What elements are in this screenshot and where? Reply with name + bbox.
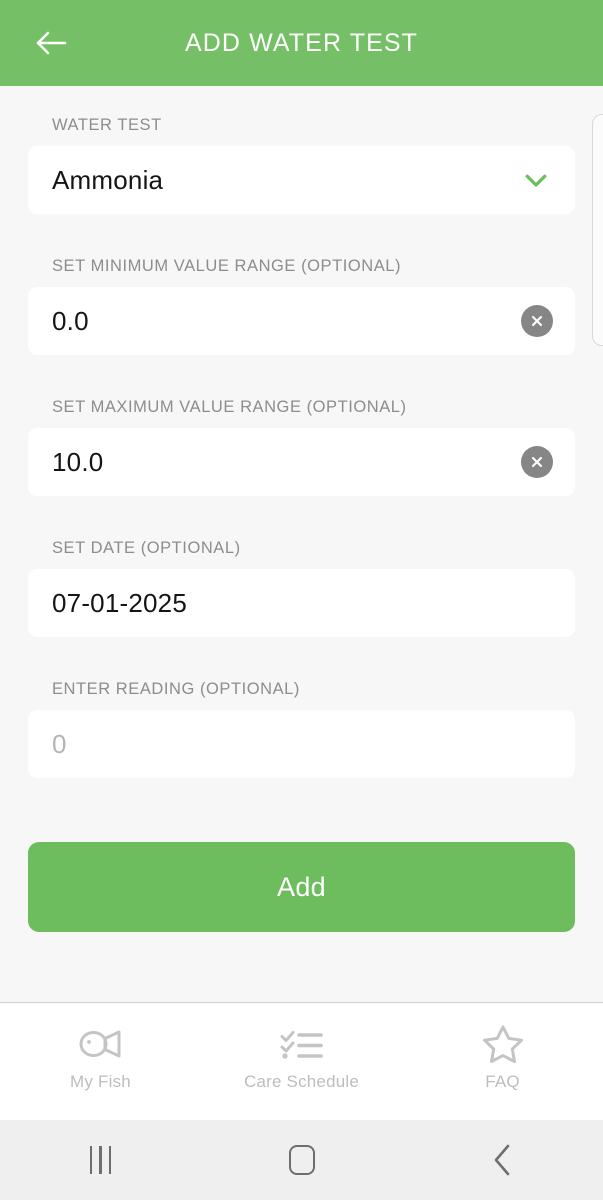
min-value-input[interactable]: 0.0 bbox=[52, 306, 89, 337]
form-scroll-area[interactable]: WATER TEST Ammonia SET MINIMUM VALUE RAN… bbox=[0, 86, 603, 1002]
home-button[interactable] bbox=[201, 1145, 402, 1175]
recents-button[interactable] bbox=[0, 1146, 201, 1174]
reading-label: ENTER READING (OPTIONAL) bbox=[52, 680, 300, 698]
arrow-left-icon bbox=[36, 31, 67, 55]
scrollbar[interactable] bbox=[592, 114, 603, 346]
max-value-field[interactable]: 10.0 bbox=[28, 428, 575, 496]
reading-field[interactable]: 0 bbox=[28, 710, 575, 778]
clear-circle-icon bbox=[531, 315, 543, 327]
date-field[interactable]: 07-01-2025 bbox=[28, 569, 575, 637]
app-header: ADD WATER TEST bbox=[0, 0, 603, 86]
home-square-icon bbox=[288, 1145, 315, 1175]
date-input[interactable]: 07-01-2025 bbox=[52, 588, 187, 619]
min-value-field[interactable]: 0.0 bbox=[28, 287, 575, 355]
max-value-clear-button[interactable] bbox=[521, 446, 553, 478]
max-value-input[interactable]: 10.0 bbox=[52, 447, 103, 478]
back-button[interactable] bbox=[28, 20, 74, 66]
add-button[interactable]: Add bbox=[28, 842, 575, 932]
recents-bars-icon bbox=[89, 1146, 112, 1174]
system-back-button[interactable] bbox=[402, 1143, 603, 1177]
chevron-down-icon bbox=[525, 174, 547, 187]
date-label: SET DATE (OPTIONAL) bbox=[52, 539, 241, 557]
tab-faq[interactable]: FAQ bbox=[402, 1021, 603, 1092]
tab-label-my-fish: My Fish bbox=[70, 1072, 131, 1091]
page-title: ADD WATER TEST bbox=[184, 28, 418, 57]
bottom-tab-bar: My Fish Care Schedule FAQ bbox=[0, 1002, 603, 1120]
water-test-label: WATER TEST bbox=[52, 116, 162, 134]
checklist-icon bbox=[279, 1021, 325, 1067]
min-value-clear-button[interactable] bbox=[521, 305, 553, 337]
tab-care-schedule[interactable]: Care Schedule bbox=[201, 1021, 402, 1092]
clear-circle-icon bbox=[531, 456, 543, 468]
max-value-label: SET MAXIMUM VALUE RANGE (OPTIONAL) bbox=[52, 398, 407, 416]
tab-my-fish[interactable]: My Fish bbox=[0, 1021, 201, 1092]
star-icon bbox=[482, 1021, 524, 1067]
water-test-dropdown[interactable]: Ammonia bbox=[28, 146, 575, 214]
fish-icon bbox=[78, 1021, 124, 1067]
tab-label-faq: FAQ bbox=[485, 1072, 520, 1091]
reading-input[interactable]: 0 bbox=[52, 729, 67, 760]
tab-label-care-schedule: Care Schedule bbox=[243, 1072, 360, 1091]
water-test-value: Ammonia bbox=[52, 164, 164, 195]
system-navigation-bar bbox=[0, 1120, 603, 1200]
chevron-left-icon bbox=[494, 1144, 509, 1176]
min-value-label: SET MINIMUM VALUE RANGE (OPTIONAL) bbox=[52, 257, 402, 275]
